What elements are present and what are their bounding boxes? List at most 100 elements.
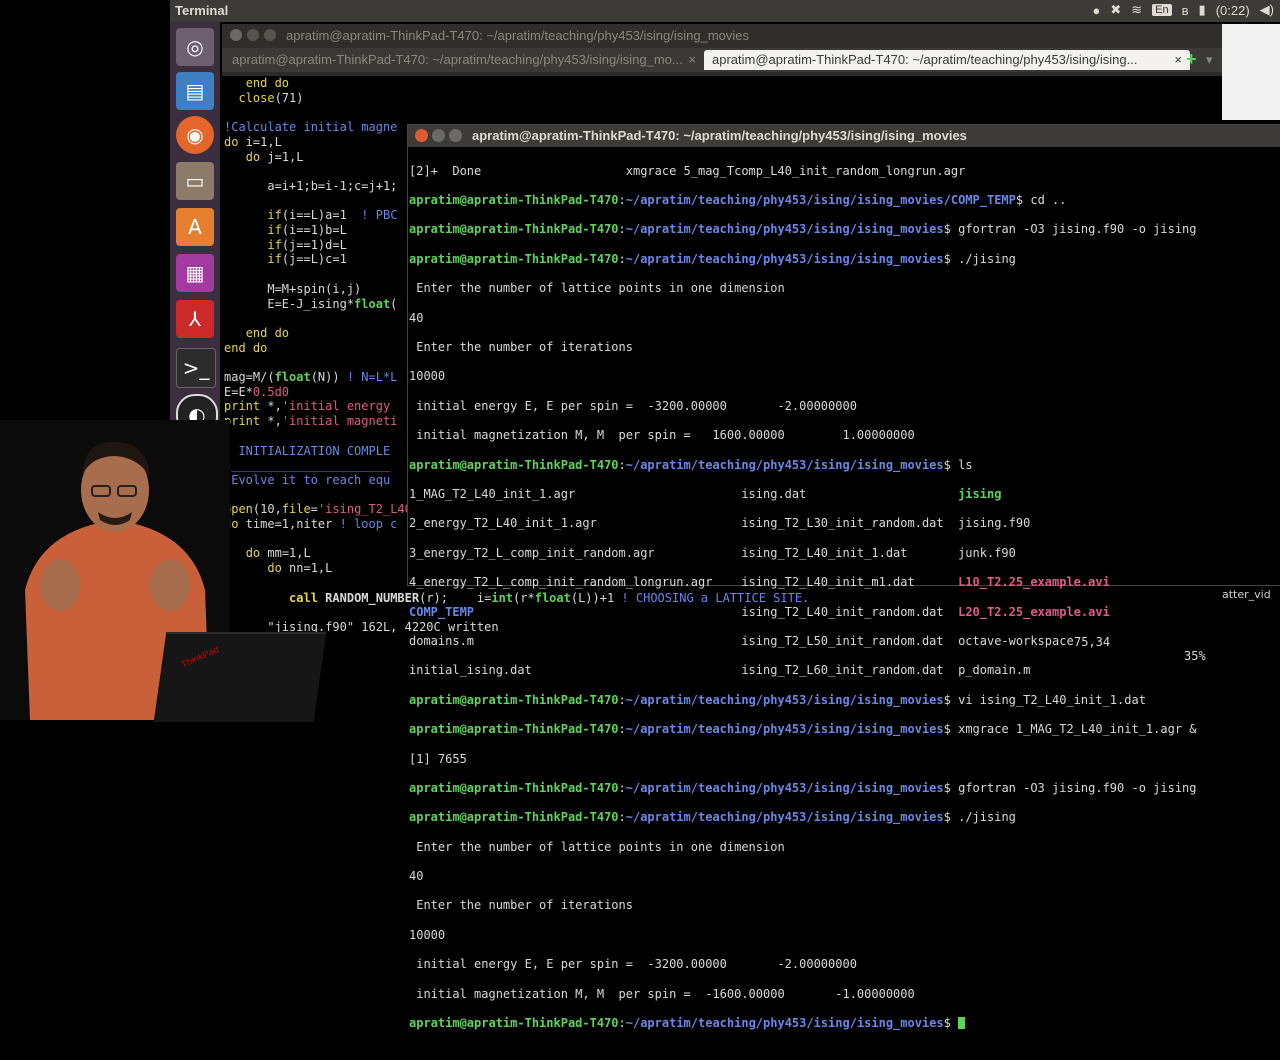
tab-close-icon[interactable]: × [1174,50,1182,70]
impress-icon[interactable]: ▦ [176,254,214,292]
code-line: do j=1,L [245,149,304,164]
terminal-line: [1] 7655 [409,751,467,766]
code-line: if(i==L)a=1 ! PBC [267,208,398,223]
terminal-line: initial energy E, E per spin = -3200.000… [409,957,857,972]
terminal-icon[interactable]: >_ [176,348,216,388]
minimize-window-icon[interactable] [247,29,259,41]
terminal-line: COMP_TEMP ising_T2_L40_init_random.dat L… [409,604,1110,619]
front-window-titlebar: apratim@apratim-ThinkPad-T470: ~/apratim… [408,125,1280,147]
terminal-line: apratim@apratim-ThinkPad-T470:~/apratim/… [409,251,1016,266]
code-line: if(j==1)d=L [267,237,347,252]
terminal-line: 3_energy_T2_L_comp_init_random.agr ising… [409,545,1016,560]
file-manager-icon[interactable]: ▭ [176,162,214,200]
terminal-line: 4_energy_T2_L_comp_init_random_longrun.a… [409,575,1110,590]
new-tab-icon[interactable]: + [1186,49,1197,70]
laptop: ThinkPad [153,632,327,722]
code-line: end do [224,340,268,355]
terminal-line: Enter the number of iterations [409,340,633,355]
back-window-title: apratim@apratim-ThinkPad-T470: ~/apratim… [286,28,750,43]
close-window-icon[interactable] [230,29,242,41]
code-line: end do [245,76,290,90]
right-hand [150,559,190,611]
terminal-line: initial_ising.dat ising_T2_L60_init_rand… [409,663,1031,678]
terminal-output[interactable]: [2]+ Done xmgrace 5_mag_Tcomp_L40_init_r… [409,149,1279,1060]
code-line: print *,'initial energy [224,399,391,414]
terminal-line: apratim@apratim-ThinkPad-T470:~/apratim/… [409,457,973,472]
code-line: if(j==L)c=1 [267,252,347,267]
terminal-line: initial magnetization M, M per spin = 16… [409,428,915,443]
tab-close-icon[interactable]: × [688,50,696,70]
terminal-line: apratim@apratim-ThinkPad-T470:~/apratim/… [409,780,1197,795]
maximize-window-icon[interactable] [264,29,276,41]
terminal-line: 10000 [409,369,446,384]
tab-label: apratim@apratim-ThinkPad-T470: ~/apratim… [232,52,683,67]
terminal-line: Enter the number of iterations [409,898,633,913]
text-cursor [958,1017,966,1030]
network-tool-icon[interactable]: ✖ [1110,2,1121,18]
volume-icon[interactable]: ◀) [1260,2,1274,18]
code-line: if(i==1)b=L [267,223,347,237]
system-tray: ● ✖ ≋ En ʙ ▮ (0:22) ◀) [1093,2,1275,18]
desktop-window-fragment [1222,24,1280,120]
pdf-reader-icon[interactable]: ⅄ [176,300,214,338]
code-line: do time=1,niter ! loop c [224,517,398,531]
terminal-line: initial magnetization M, M per spin = -1… [409,986,915,1001]
screen-recorder-icon[interactable]: ● [1093,3,1101,18]
terminal-line: Enter the number of lattice points in on… [409,281,785,296]
code-line: do nn=1,L [267,561,333,576]
code-line: ! INITIALIZATION COMPLE [224,443,391,458]
terminal-line: apratim@apratim-ThinkPad-T470:~/apratim/… [409,810,1016,825]
ubuntu-dash-icon[interactable]: ◎ [176,28,214,66]
code-line: E=E*0.5d0 [224,384,290,399]
code-line: print *,'initial magneti [224,414,398,429]
software-center-icon[interactable]: A [176,208,214,246]
files-icon[interactable]: ▤ [176,72,214,110]
code-line: !Evolve it to reach equ [224,472,391,487]
code-line: open(10,file='ising_T2_L40 [224,502,412,517]
terminal-line: 40 [409,869,424,884]
terminal-line: 40 [409,310,424,325]
bluetooth-icon[interactable]: ʙ [1182,3,1189,18]
terminal-line: initial energy E, E per spin = -3200.000… [409,398,857,413]
battery-icon[interactable]: ▮ [1199,2,1206,18]
launcher: ◎ ▤ ◉ ▭ A ▦ ⅄ >_ ◐ ↗ [170,22,220,482]
terminal-line: [2]+ Done xmgrace 5_mag_Tcomp_L40_init_r… [409,163,966,178]
firefox-icon[interactable]: ◉ [176,116,214,154]
top-panel: Terminal ● ✖ ≋ En ʙ ▮ (0:22) ◀) [170,0,1280,22]
tab-2[interactable]: apratim@apratim-ThinkPad-T470: ~/apratim… [704,50,1190,70]
app-title: Terminal [175,3,229,18]
terminal-line: Enter the number of lattice points in on… [409,839,785,854]
front-terminal-window[interactable]: apratim@apratim-ThinkPad-T470: ~/apratim… [407,124,1280,1030]
front-window-title: apratim@apratim-ThinkPad-T470: ~/apratim… [472,128,967,143]
terminal-line: apratim@apratim-ThinkPad-T470:~/apratim/… [409,692,1146,707]
code-line: mag=M/(float(N)) ! N=L*L [224,370,398,384]
left-hand [40,559,80,611]
minimize-window-icon[interactable] [432,129,445,142]
code-line: a=i+1;b=i-1;c=j+1; [224,178,398,193]
keyboard-layout-indicator[interactable]: En [1152,4,1172,16]
wifi-icon[interactable]: ≋ [1131,2,1142,18]
terminal-line: apratim@apratim-ThinkPad-T470:~/apratim/… [409,222,1197,237]
code-line: E=E-J_ising*float( [224,296,398,311]
code-line: !Calculate initial magne [224,120,398,135]
code-line: M=M+spin(i,j) [224,281,362,296]
code-line: !______________________ [224,458,391,473]
laptop-brand-label: ThinkPad [179,644,220,670]
tab-bar: apratim@apratim-ThinkPad-T470: ~/apratim… [222,48,1222,72]
battery-time[interactable]: (0:22) [1216,3,1250,18]
terminal-line: apratim@apratim-ThinkPad-T470:~/apratim/… [409,722,1197,737]
terminal-line: 10000 [409,927,446,942]
terminal-prompt-line[interactable]: apratim@apratim-ThinkPad-T470:~/apratim/… [409,1016,1279,1031]
tab-label: apratim@apratim-ThinkPad-T470: ~/apratim… [712,52,1138,67]
close-window-icon[interactable] [415,129,428,142]
tab-menu-icon[interactable]: ▾ [1206,52,1213,68]
terminal-line: domains.m ising_T2_L50_init_random.dat o… [409,633,1074,648]
desktop-file-label[interactable]: atter_vid [1222,588,1271,601]
terminal-line: 1_MAG_T2_L40_init_1.agr ising.dat jising [409,487,1002,501]
back-window-titlebar: apratim@apratim-ThinkPad-T470: ~/apratim… [222,24,1222,48]
tab-1[interactable]: apratim@apratim-ThinkPad-T470: ~/apratim… [224,50,704,70]
maximize-window-icon[interactable] [449,129,462,142]
terminal-line: 2_energy_T2_L40_init_1.agr ising_T2_L30_… [409,516,1031,531]
code-line: do mm=1,L [245,546,311,561]
terminal-line: apratim@apratim-ThinkPad-T470:~/apratim/… [409,193,1067,208]
